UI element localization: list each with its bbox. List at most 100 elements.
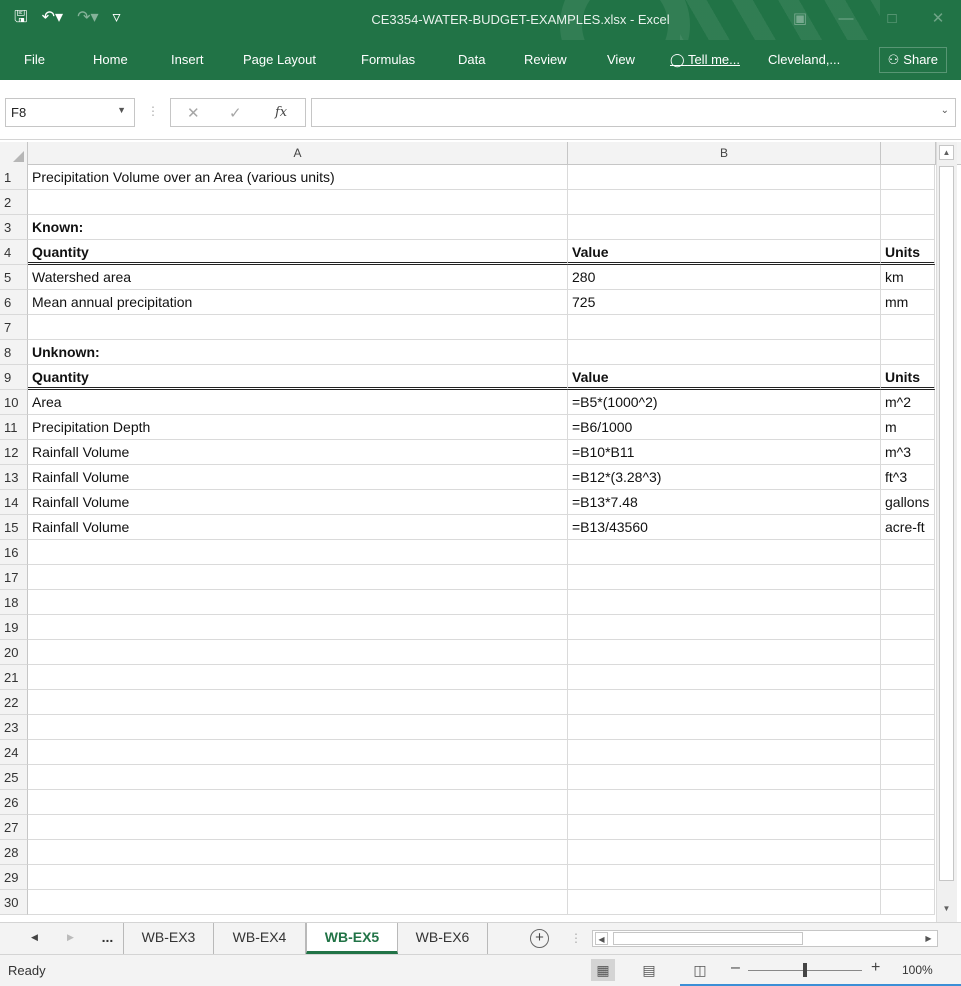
cell-c[interactable]	[881, 190, 935, 215]
page-break-view-icon[interactable]: ◫	[688, 959, 712, 981]
horizontal-scrollbar[interactable]: ◀ ▶	[592, 930, 938, 947]
column-header-b[interactable]: B	[568, 142, 881, 165]
row-header[interactable]: 8	[0, 340, 28, 365]
cell-b[interactable]	[568, 340, 881, 365]
row-header[interactable]: 30	[0, 890, 28, 915]
cell-a[interactable]: Known:	[28, 215, 568, 240]
cell-c[interactable]: mm	[881, 290, 935, 315]
cell-a[interactable]	[28, 590, 568, 615]
cell-a[interactable]: Precipitation Depth	[28, 415, 568, 440]
cell-a[interactable]: Mean annual precipitation	[28, 290, 568, 315]
cell-b[interactable]	[568, 190, 881, 215]
chevron-down-icon[interactable]: ▼	[117, 105, 126, 115]
cell-a[interactable]	[28, 790, 568, 815]
cell-a[interactable]	[28, 765, 568, 790]
cell-c[interactable]	[881, 815, 935, 840]
cell-b[interactable]	[568, 890, 881, 915]
scroll-left-icon[interactable]: ◀	[595, 932, 608, 945]
cell-a[interactable]	[28, 690, 568, 715]
cell-b[interactable]	[568, 315, 881, 340]
row-header[interactable]: 28	[0, 840, 28, 865]
cell-b[interactable]	[568, 815, 881, 840]
name-box[interactable]: F8 ▼	[5, 98, 135, 127]
cell-a[interactable]	[28, 740, 568, 765]
cell-a[interactable]: Watershed area	[28, 265, 568, 290]
cell-c[interactable]	[881, 790, 935, 815]
cell-a[interactable]	[28, 665, 568, 690]
cell-a[interactable]	[28, 190, 568, 215]
cell-a[interactable]: Unknown:	[28, 340, 568, 365]
scroll-right-icon[interactable]: ▶	[922, 932, 935, 945]
row-header[interactable]: 23	[0, 715, 28, 740]
cell-c[interactable]	[881, 715, 935, 740]
scroll-down-icon[interactable]: ▼	[939, 902, 954, 917]
tab-review[interactable]: Review	[524, 52, 567, 67]
row-header[interactable]: 18	[0, 590, 28, 615]
row-header[interactable]: 4	[0, 240, 28, 265]
cell-b[interactable]	[568, 715, 881, 740]
cell-c[interactable]	[881, 565, 935, 590]
row-header[interactable]: 14	[0, 490, 28, 515]
row-header[interactable]: 1	[0, 165, 28, 190]
column-header-c[interactable]	[881, 142, 936, 165]
insert-function-icon[interactable]: fx	[275, 105, 287, 120]
save-icon[interactable]: 🖫	[14, 8, 28, 28]
cell-c[interactable]	[881, 340, 935, 365]
sheet-tab-wb-ex5[interactable]: WB-EX5	[306, 923, 398, 954]
cell-b[interactable]	[568, 565, 881, 590]
customize-qat-icon[interactable]: ▿	[113, 8, 121, 28]
cell-b[interactable]: =B10*B11	[568, 440, 881, 465]
cell-b[interactable]: Value	[568, 240, 881, 265]
row-header[interactable]: 10	[0, 390, 28, 415]
row-header[interactable]: 19	[0, 615, 28, 640]
horizontal-scroll-thumb[interactable]	[613, 932, 803, 945]
row-header[interactable]: 15	[0, 515, 28, 540]
cell-b[interactable]: Value	[568, 365, 881, 390]
cell-c[interactable]	[881, 740, 935, 765]
select-all-button[interactable]	[0, 142, 28, 165]
cell-b[interactable]	[568, 690, 881, 715]
cell-c[interactable]	[881, 615, 935, 640]
cell-a[interactable]: Quantity	[28, 240, 568, 265]
more-sheets-button[interactable]: ...	[92, 923, 124, 954]
tab-data[interactable]: Data	[458, 52, 485, 67]
cell-b[interactable]: =B13*7.48	[568, 490, 881, 515]
row-header[interactable]: 29	[0, 865, 28, 890]
tab-file[interactable]: File	[24, 52, 45, 67]
zoom-slider-thumb[interactable]	[803, 963, 807, 977]
row-header[interactable]: 11	[0, 415, 28, 440]
row-header[interactable]: 20	[0, 640, 28, 665]
cell-a[interactable]: Precipitation Volume over an Area (vario…	[28, 165, 568, 190]
row-header[interactable]: 16	[0, 540, 28, 565]
tab-formulas[interactable]: Formulas	[361, 52, 415, 67]
row-header[interactable]: 25	[0, 765, 28, 790]
zoom-in-button[interactable]: +	[871, 959, 880, 977]
cell-b[interactable]	[568, 865, 881, 890]
cell-a[interactable]	[28, 840, 568, 865]
cell-b[interactable]	[568, 665, 881, 690]
row-header[interactable]: 24	[0, 740, 28, 765]
cell-c[interactable]	[881, 540, 935, 565]
cell-c[interactable]: m^3	[881, 440, 935, 465]
cell-c[interactable]	[881, 315, 935, 340]
tab-insert[interactable]: Insert	[171, 52, 204, 67]
add-sheet-button[interactable]: +	[530, 929, 549, 948]
sheet-tab-wb-ex4[interactable]: WB-EX4	[214, 923, 306, 954]
row-header[interactable]: 5	[0, 265, 28, 290]
cell-c[interactable]: ft^3	[881, 465, 935, 490]
cell-b[interactable]: =B6/1000	[568, 415, 881, 440]
minimize-icon[interactable]: —	[823, 0, 869, 40]
row-header[interactable]: 3	[0, 215, 28, 240]
cell-a[interactable]	[28, 640, 568, 665]
cell-b[interactable]	[568, 765, 881, 790]
row-header[interactable]: 22	[0, 690, 28, 715]
cell-b[interactable]	[568, 790, 881, 815]
cell-b[interactable]: =B13/43560	[568, 515, 881, 540]
cancel-icon[interactable]: ✕	[187, 104, 200, 122]
cell-a[interactable]	[28, 565, 568, 590]
cell-c[interactable]	[881, 840, 935, 865]
cell-a[interactable]	[28, 615, 568, 640]
column-header-a[interactable]: A	[28, 142, 568, 165]
cell-b[interactable]: =B12*(3.28^3)	[568, 465, 881, 490]
tab-view[interactable]: View	[607, 52, 635, 67]
